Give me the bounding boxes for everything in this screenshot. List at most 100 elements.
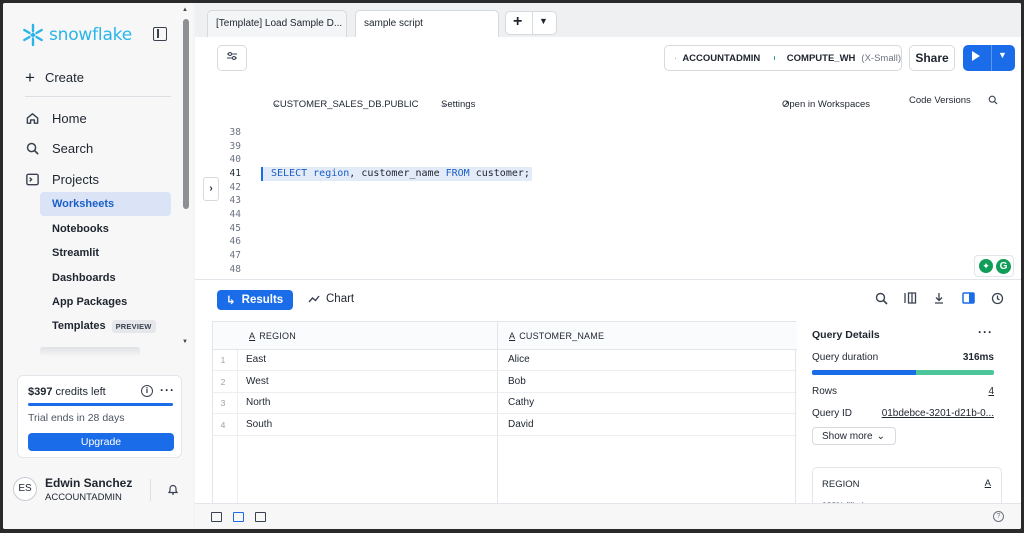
run-button-divider <box>991 45 992 71</box>
sidebar-layout-icon[interactable] <box>211 512 222 522</box>
cell-customer-name[interactable]: Cathy <box>508 397 534 408</box>
avatar[interactable]: ES <box>13 477 37 501</box>
sidebar-item-search[interactable]: Search <box>25 141 93 156</box>
cell-region[interactable]: North <box>246 397 270 408</box>
tab-sample-script[interactable]: sample script <box>355 10 499 37</box>
show-more-label: Show more <box>822 430 873 442</box>
search-icon[interactable] <box>874 292 888 306</box>
help-icon[interactable]: ? <box>993 511 1004 522</box>
cell-customer-name[interactable]: Alice <box>508 354 530 365</box>
collapse-sidebar-icon[interactable] <box>153 27 167 41</box>
show-more-button[interactable]: Show more ⌄ <box>812 427 896 445</box>
play-icon <box>972 51 980 61</box>
lightbulb-icon[interactable]: ✦ <box>979 259 993 273</box>
brand-wordmark: snowflake <box>49 25 132 45</box>
download-icon[interactable] <box>932 292 946 306</box>
table-row[interactable]: 2 West Bob <box>213 372 797 393</box>
query-duration-bar <box>812 370 994 375</box>
table-row[interactable]: 4 South David <box>213 415 797 436</box>
sql-text: , customer_name <box>349 168 446 179</box>
sidebar-item-templates[interactable]: Templates PREVIEW <box>40 314 171 338</box>
info-icon[interactable]: i <box>141 385 153 397</box>
role-warehouse-selector[interactable]: ACCOUNTADMIN COMPUTE_WH (X-Small) <box>664 45 902 71</box>
screen-frame: snowflake + Create Home Search Projects … <box>0 0 1024 533</box>
cell-region[interactable]: West <box>246 376 269 387</box>
cell-customer-name[interactable]: Bob <box>508 376 526 387</box>
sql-keyword: SELECT <box>271 168 308 179</box>
sidebar-item-app-packages[interactable]: App Packages <box>40 290 171 314</box>
create-button[interactable]: + Create <box>25 69 84 86</box>
cell-customer-name[interactable]: David <box>508 419 534 430</box>
rows-value[interactable]: 4 <box>988 386 994 397</box>
scroll-up-icon[interactable]: ▲ <box>182 7 188 13</box>
tab-chart[interactable]: Chart <box>308 293 354 305</box>
tab-control-divider <box>532 12 533 34</box>
sql-text: customer; <box>469 168 530 179</box>
query-duration-value: 316ms <box>962 352 994 363</box>
scroll-down-icon[interactable]: ▼ <box>182 339 188 345</box>
sidebar-divider <box>25 96 171 97</box>
column-header-label: CUSTOMER_NAME <box>519 331 605 341</box>
table-row[interactable]: 1 East Alice <box>213 350 797 371</box>
add-tab-icon[interactable]: + <box>513 13 522 31</box>
share-button[interactable]: Share <box>909 45 955 71</box>
line-number-current: 41 <box>229 168 241 179</box>
line-number: 40 <box>229 154 241 165</box>
search-icon[interactable] <box>988 95 998 108</box>
sidebar-item-dashboards[interactable]: Dashboards <box>40 266 171 290</box>
chevron-down-icon[interactable]: ▼ <box>998 50 1007 60</box>
query-details-title: Query Details <box>812 329 880 341</box>
sliders-icon <box>227 52 237 60</box>
bottom-panel-layout-icon[interactable] <box>255 512 266 522</box>
more-options-icon[interactable]: ··· <box>978 325 993 339</box>
run-button[interactable]: ▼ <box>963 45 1015 71</box>
scrollbar-thumb[interactable] <box>183 19 189 209</box>
tab-template-load-sample[interactable]: [Template] Load Sample D... <box>207 10 347 37</box>
user-divider <box>150 479 151 501</box>
sidebar-scrollbar[interactable]: ▲ ▼ <box>182 7 189 345</box>
sql-editor[interactable]: › 38 39 40 41 42 43 44 45 46 47 48 SELEC… <box>195 121 1021 279</box>
chevron-down-icon[interactable]: ▼ <box>539 16 548 26</box>
text-type-icon: A <box>249 331 256 341</box>
expand-panel-icon[interactable]: › <box>203 177 219 201</box>
grammarly-icon[interactable]: G <box>996 259 1011 274</box>
line-number: 47 <box>229 250 241 261</box>
results-grid-header: A REGION A CUSTOMER_NAME <box>213 322 797 350</box>
column-header-customer-name[interactable]: A CUSTOMER_NAME <box>509 331 604 341</box>
more-options-icon[interactable]: ··· <box>160 383 175 397</box>
table-row[interactable]: 3 North Cathy <box>213 393 797 414</box>
new-tab-control: + ▼ <box>505 11 557 35</box>
sidebar-item-home[interactable]: Home <box>25 111 87 126</box>
sidebar-item-label: Home <box>52 111 87 126</box>
query-id-value[interactable]: 01bdebce-3201-d21b-0... <box>882 408 994 419</box>
results-grid[interactable]: A REGION A CUSTOMER_NAME 1 East Alice 2 … <box>212 321 797 512</box>
columns-icon[interactable] <box>903 292 917 306</box>
open-in-workspaces-label: Open in Workspaces <box>782 99 871 110</box>
snowflake-logo[interactable]: snowflake <box>21 23 132 47</box>
chart-label: Chart <box>326 293 355 305</box>
warehouse-size: (X-Small) <box>861 52 901 64</box>
cell-region[interactable]: South <box>246 419 272 430</box>
trial-ends-text: Trial ends in 28 days <box>28 412 125 424</box>
upgrade-button[interactable]: Upgrade <box>28 433 174 451</box>
code-line-selected[interactable]: SELECT region, customer_name FROM custom… <box>261 167 532 181</box>
bell-icon[interactable] <box>167 484 179 496</box>
split-panel-icon[interactable] <box>961 292 975 306</box>
code-versions-link[interactable]: Code Versions <box>909 95 971 106</box>
sidebar-item-notebooks[interactable]: Notebooks <box>40 217 171 241</box>
credits-progress-bar <box>28 403 173 406</box>
sidebar-item-worksheets[interactable]: Worksheets <box>40 192 171 216</box>
sidebar-item-label: Streamlit <box>52 247 100 259</box>
search-icon <box>26 142 39 155</box>
cell-region[interactable]: East <box>246 354 266 365</box>
history-clock-icon[interactable] <box>990 292 1004 306</box>
column-header-region[interactable]: A REGION <box>249 331 296 341</box>
column-header-label: REGION <box>259 331 296 341</box>
top-panel-layout-icon[interactable] <box>233 512 244 522</box>
grammarly-widget[interactable]: ✦ G <box>974 255 1014 277</box>
tab-results[interactable]: ↳ Results <box>217 290 293 310</box>
sidebar-item-projects[interactable]: Projects <box>25 172 99 187</box>
filter-settings-button[interactable] <box>217 45 247 71</box>
sidebar-item-streamlit[interactable]: Streamlit <box>40 241 171 265</box>
user-menu[interactable]: ES Edwin Sanchez ACCOUNTADMIN <box>11 471 186 511</box>
